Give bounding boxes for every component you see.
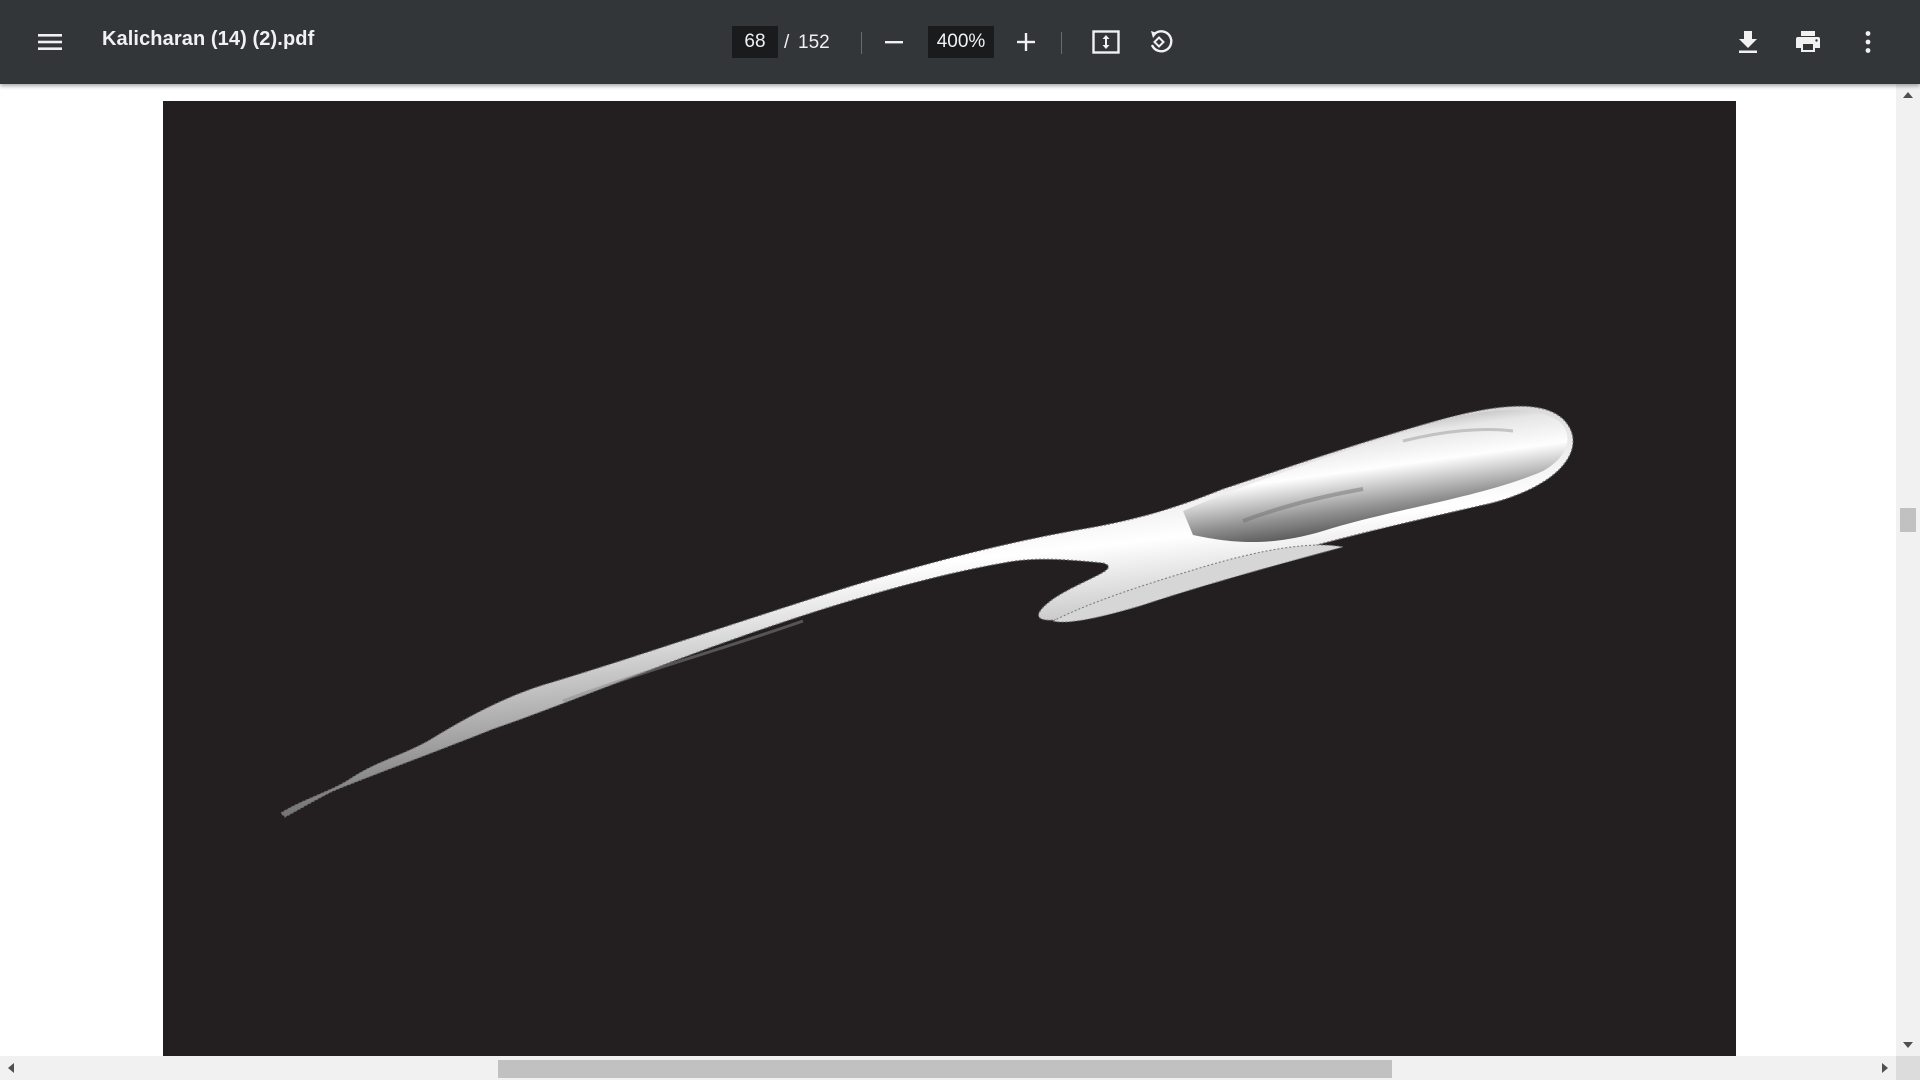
scroll-right-arrow-icon[interactable] [1882, 1063, 1888, 1073]
scrollbar-corner [1896, 1056, 1920, 1080]
rendered-3d-object-figure [280, 405, 1574, 818]
scroll-up-arrow-icon[interactable] [1903, 92, 1913, 98]
page-separator: / [784, 32, 790, 53]
more-vertical-icon[interactable] [1844, 18, 1892, 66]
horizontal-scrollbar[interactable] [0, 1056, 1896, 1080]
page-number-input[interactable] [732, 26, 778, 58]
vertical-scroll-thumb[interactable] [1900, 508, 1916, 532]
pdf-viewer-area[interactable] [0, 84, 1896, 1056]
toolbar-divider [1061, 32, 1062, 54]
document-title: Kalicharan (14) (2).pdf [102, 28, 315, 50]
plus-icon[interactable] [1002, 18, 1050, 66]
horizontal-scroll-thumb[interactable] [498, 1060, 1392, 1078]
download-icon[interactable] [1724, 18, 1772, 66]
hamburger-menu-icon[interactable] [26, 18, 74, 66]
pdf-page [163, 101, 1736, 1056]
rotate-counterclockwise-icon[interactable] [1136, 18, 1184, 66]
minus-icon[interactable] [870, 18, 918, 66]
fit-to-page-icon[interactable] [1082, 18, 1130, 66]
zoom-level-input[interactable] [928, 26, 994, 58]
vertical-scrollbar[interactable] [1896, 84, 1920, 1056]
scroll-left-arrow-icon[interactable] [8, 1063, 14, 1073]
page-total: 152 [798, 32, 830, 53]
pdf-toolbar: Kalicharan (14) (2).pdf / 152 [0, 0, 1920, 84]
toolbar-divider [861, 32, 862, 54]
print-icon[interactable] [1784, 18, 1832, 66]
scroll-down-arrow-icon[interactable] [1903, 1042, 1913, 1048]
